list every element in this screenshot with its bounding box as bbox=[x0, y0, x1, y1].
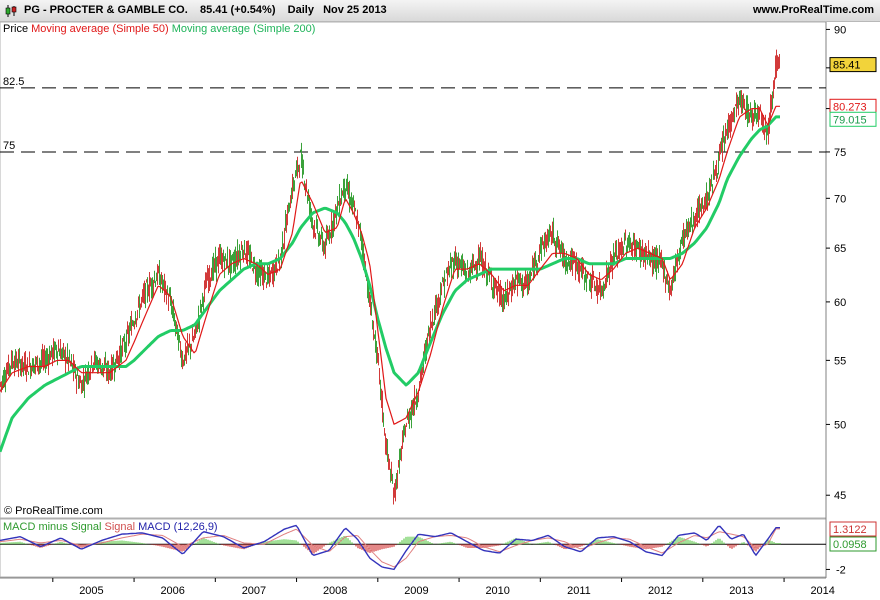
legend-ma200: Moving average (Simple 200) bbox=[171, 23, 316, 35]
y-tick-label: 65 bbox=[834, 243, 846, 255]
last-price-label: 85.41 (+0.54%) bbox=[199, 4, 276, 16]
legend-price: Price bbox=[3, 23, 29, 35]
price-panel bbox=[0, 21, 827, 519]
y-tick-label: 45 bbox=[834, 490, 846, 502]
x-tick-label: 2010 bbox=[485, 585, 509, 597]
legend-signal: Signal bbox=[104, 521, 136, 533]
x-tick-label: 2006 bbox=[160, 585, 184, 597]
x-tick-label: 2012 bbox=[648, 585, 672, 597]
x-tick-label: 2005 bbox=[79, 585, 103, 597]
value-badge-label: 85.41 bbox=[833, 60, 861, 72]
y-tick-label: 75 bbox=[834, 147, 846, 159]
date-label: Nov 25 2013 bbox=[323, 4, 387, 16]
title-bar: PG - PROCTER & GAMBLE CO. 85.41 (+0.54%)… bbox=[0, 0, 880, 22]
macd-value-badge-label: 1.3122 bbox=[833, 524, 867, 536]
x-tick-label: 2009 bbox=[404, 585, 428, 597]
site-link[interactable]: www.ProRealTime.com bbox=[753, 4, 874, 16]
chart-title: PG - PROCTER & GAMBLE CO. 85.41 (+0.54%)… bbox=[24, 4, 387, 16]
y-tick-label: 60 bbox=[834, 297, 846, 309]
y-tick-label: 50 bbox=[834, 419, 846, 431]
legend-macd-hist: MACD minus Signal bbox=[3, 521, 102, 533]
symbol-label: PG - PROCTER & GAMBLE CO. bbox=[24, 4, 188, 16]
y-tick-label: 55 bbox=[834, 355, 846, 367]
price-legend: Price Moving average (Simple 50) Moving … bbox=[3, 23, 315, 35]
x-tick-label: 2008 bbox=[323, 585, 347, 597]
x-tick-label: 2011 bbox=[567, 585, 591, 597]
x-tick-label: 2013 bbox=[729, 585, 753, 597]
candlestick-logo-icon bbox=[5, 5, 17, 17]
chart-canvas: 82.575 9085807570656055504585.4180.27379… bbox=[0, 21, 880, 600]
value-badge-label: 80.273 bbox=[833, 101, 867, 113]
value-badge-label: 79.015 bbox=[833, 114, 867, 126]
x-tick-label: 2007 bbox=[242, 585, 266, 597]
y-tick-label: 70 bbox=[834, 193, 846, 205]
period-label: Daily bbox=[287, 4, 314, 16]
macd-legend: MACD minus Signal Signal MACD (12,26,9) bbox=[3, 521, 218, 533]
hline-label-1: 75 bbox=[3, 140, 15, 152]
legend-macd: MACD (12,26,9) bbox=[138, 521, 218, 533]
macd-y-tick-label: -2 bbox=[836, 564, 846, 576]
hline-label-0: 82.5 bbox=[3, 76, 24, 88]
y-tick-label: 90 bbox=[834, 24, 846, 36]
macd-value-badge-label: 0.0958 bbox=[833, 539, 867, 551]
legend-ma50: Moving average (Simple 50) bbox=[31, 23, 169, 35]
copyright-label: © ProRealTime.com bbox=[4, 505, 103, 517]
x-tick-label: 2014 bbox=[810, 585, 834, 597]
